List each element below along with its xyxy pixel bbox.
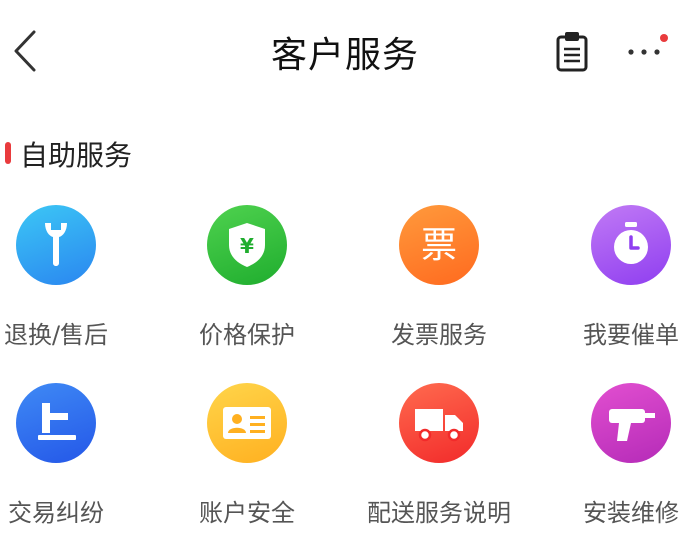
service-label: 安装维修	[583, 499, 679, 527]
clipboard-icon	[556, 32, 588, 72]
section-accent-bar	[5, 142, 11, 164]
stopwatch-icon	[614, 222, 648, 264]
service-icon-bg	[207, 383, 287, 463]
service-item-install-repair[interactable]: 安装维修	[561, 383, 690, 533]
service-label: 我要催单	[583, 321, 679, 349]
truck-icon	[415, 409, 463, 442]
service-icon-bg: 票	[399, 205, 479, 285]
service-item-price-protection[interactable]: ¥ 价格保护	[177, 205, 317, 355]
notification-dot	[660, 34, 668, 42]
service-item-urge-order[interactable]: 我要催单	[561, 205, 690, 355]
service-icon-bg	[399, 383, 479, 463]
service-icon-bg	[591, 205, 671, 285]
shield-yuan-icon: ¥	[229, 223, 265, 267]
service-label: 发票服务	[391, 321, 487, 349]
gavel-icon	[38, 403, 76, 440]
service-icon-bg	[16, 205, 96, 285]
invoice-icon: 票	[421, 225, 457, 266]
service-icon-bg	[591, 383, 671, 463]
section-title: 自助服务	[20, 139, 133, 172]
service-item-return[interactable]: 退换/售后	[0, 205, 126, 355]
service-item-invoice[interactable]: 票 发票服务	[369, 205, 509, 355]
service-label: 账户安全	[199, 499, 295, 527]
more-dots-icon	[628, 34, 668, 55]
id-card-icon	[223, 407, 271, 439]
drill-icon	[609, 409, 655, 441]
more-button[interactable]	[625, 30, 669, 70]
service-label: 配送服务说明	[367, 499, 511, 527]
svg-text:¥: ¥	[240, 234, 254, 258]
wrench-icon	[45, 223, 67, 266]
service-icon-bg: ¥	[207, 205, 287, 285]
navigation-bar: 客户服务	[0, 0, 690, 100]
service-label: 交易纠纷	[8, 499, 104, 527]
service-icon-bg	[16, 383, 96, 463]
service-label: 退换/售后	[3, 321, 109, 349]
service-label: 价格保护	[199, 321, 295, 349]
invoice-glyph: 票	[421, 225, 457, 266]
service-item-delivery-info[interactable]: 配送服务说明	[367, 383, 511, 533]
service-item-account-security[interactable]: 账户安全	[177, 383, 317, 533]
clipboard-button[interactable]	[553, 30, 591, 72]
service-item-dispute[interactable]: 交易纠纷	[0, 383, 126, 533]
